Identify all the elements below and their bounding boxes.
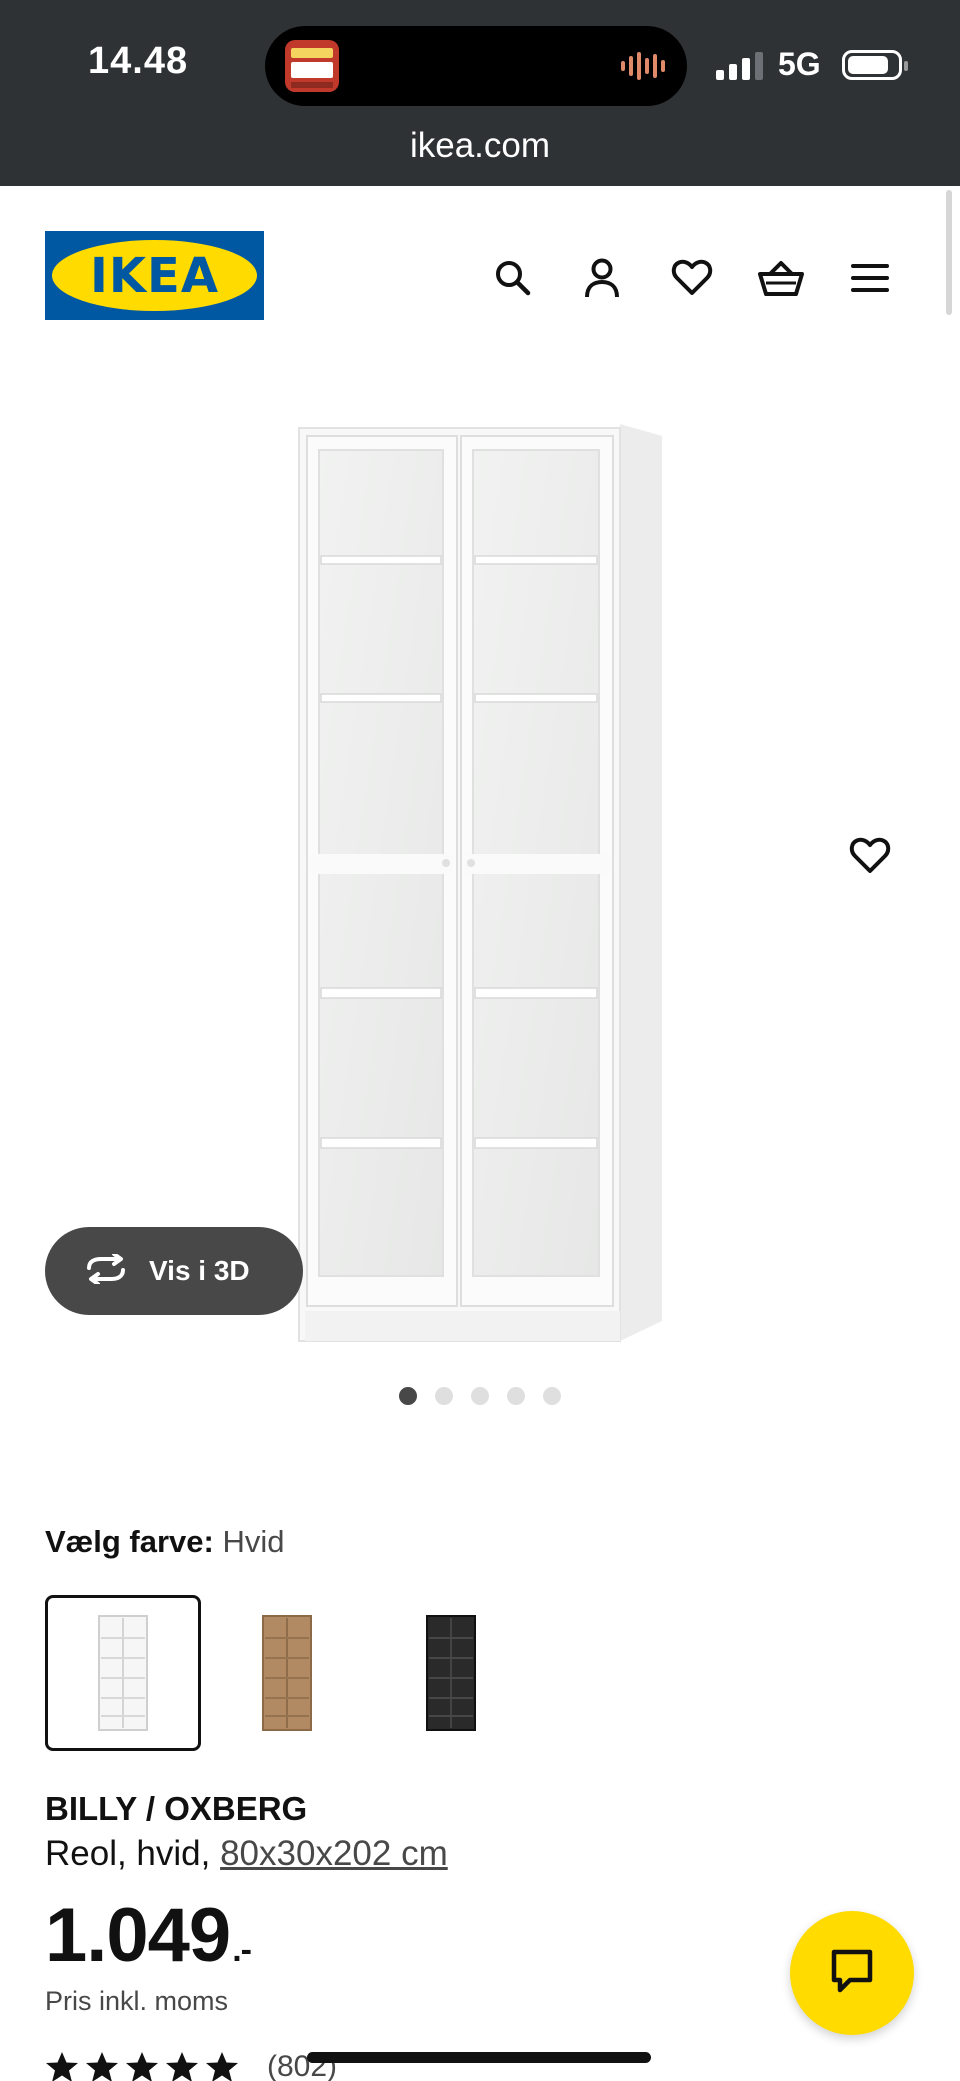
pagination-dot[interactable]	[507, 1387, 525, 1405]
color-swatch-white[interactable]	[45, 1595, 201, 1751]
view-in-3d-label: Vis i 3D	[149, 1255, 250, 1286]
add-to-favourites-heart-icon[interactable]	[846, 832, 894, 880]
star-icon	[46, 2052, 78, 2081]
product-name: BILLY / OXBERG	[45, 1790, 308, 1827]
menu-icon[interactable]	[846, 254, 894, 302]
home-indicator[interactable]	[307, 2052, 651, 2063]
page-scrollbar[interactable]	[946, 190, 952, 315]
pagination-dot[interactable]	[543, 1387, 561, 1405]
price-amount: 1.049	[45, 1893, 231, 1978]
product-type: Reol, hvid,	[45, 1834, 221, 1873]
now-playing-artwork[interactable]	[285, 40, 339, 92]
price-vat-note: Pris inkl. moms	[45, 1986, 229, 2016]
rotate-3d-icon	[83, 1251, 129, 1289]
cellular-signal-icon	[716, 52, 763, 80]
chat-button[interactable]	[790, 1911, 914, 2035]
image-pagination	[0, 1387, 960, 1405]
battery-icon	[842, 50, 908, 80]
network-type: 5G	[778, 46, 821, 82]
product-dimensions-link[interactable]: 80x30x202 cm	[220, 1834, 448, 1873]
address-bar[interactable]: ikea.com	[0, 126, 960, 166]
dynamic-island[interactable]	[265, 26, 687, 106]
star-icon	[206, 2052, 238, 2081]
account-icon[interactable]	[578, 254, 626, 302]
color-swatch-oak[interactable]	[209, 1595, 365, 1751]
selected-color-value: Hvid	[222, 1524, 285, 1559]
product-rating[interactable]: (802)	[45, 2050, 337, 2081]
view-in-3d-button[interactable]: Vis i 3D	[45, 1227, 303, 1315]
status-bar: 14.48 5G ikea.com	[0, 0, 960, 186]
status-time: 14.48	[88, 40, 189, 82]
rating-stars	[45, 2050, 239, 2081]
ikea-logo[interactable]: IKEA	[45, 231, 264, 320]
favourites-heart-icon[interactable]	[668, 254, 716, 302]
color-swatch-black[interactable]	[373, 1595, 529, 1751]
site-header: IKEA	[0, 186, 960, 366]
chat-bubble-icon	[828, 1948, 876, 1999]
audio-waveform-icon	[621, 52, 665, 80]
logo-wordmark: IKEA	[90, 247, 219, 304]
pagination-dot[interactable]	[435, 1387, 453, 1405]
product-image-bookcase[interactable]	[275, 416, 675, 1356]
star-icon	[86, 2052, 118, 2081]
color-selector-label: Vælg farve: Hvid	[45, 1524, 284, 1560]
color-swatches	[45, 1595, 529, 1751]
price-suffix: .-	[232, 1931, 252, 1969]
pagination-dot[interactable]	[399, 1387, 417, 1405]
product-media-gallery[interactable]	[0, 366, 960, 1366]
product-description: Reol, hvid, 80x30x202 cm	[45, 1834, 448, 1874]
color-label: Vælg farve:	[45, 1524, 214, 1559]
shopping-basket-icon[interactable]	[757, 254, 805, 302]
star-icon	[166, 2052, 198, 2081]
pagination-dot[interactable]	[471, 1387, 489, 1405]
star-icon	[126, 2052, 158, 2081]
search-icon[interactable]	[489, 254, 537, 302]
product-price: 1.049.-	[45, 1892, 252, 1979]
